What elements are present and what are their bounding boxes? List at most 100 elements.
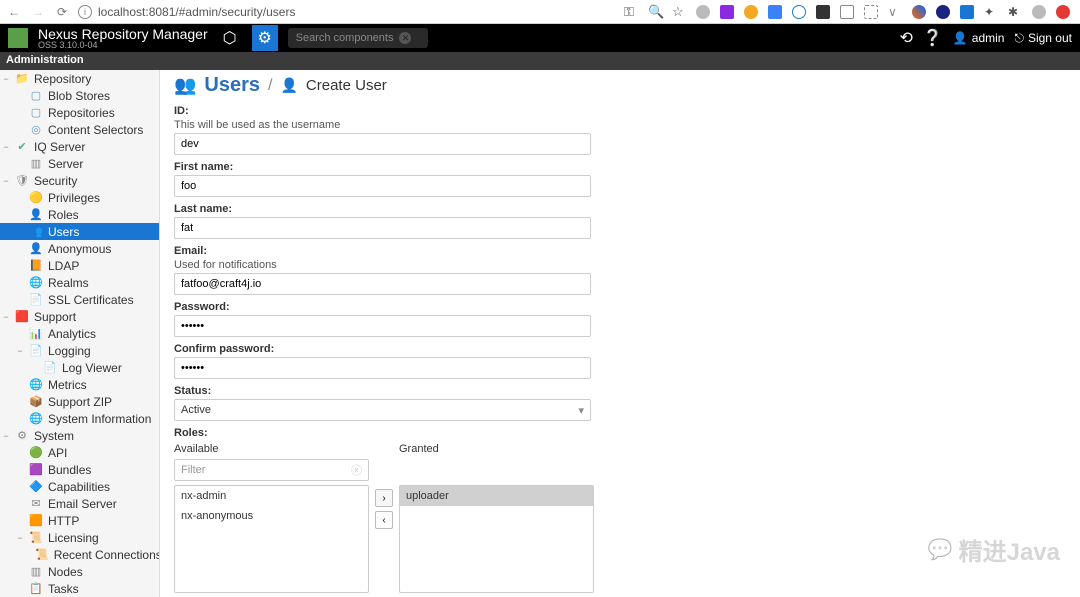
sidebar-item-system-information[interactable]: 🌐System Information	[0, 410, 159, 427]
sidebar-item-privileges[interactable]: 🟡Privileges	[0, 189, 159, 206]
status-select[interactable]: Active ▾	[174, 399, 591, 421]
ext-icon[interactable]	[696, 5, 710, 19]
user-menu[interactable]: 👤 admin	[953, 31, 1005, 45]
sidebar-item-tasks[interactable]: 📋Tasks	[0, 580, 159, 597]
admin-gear-icon[interactable]: ⚙	[252, 25, 278, 51]
chevron-down-icon: ▾	[578, 404, 584, 417]
sidebar-item-licensing[interactable]: −📜Licensing	[0, 529, 159, 546]
sidebar-item-label: Tasks	[48, 582, 79, 596]
ext-icon[interactable]	[864, 5, 878, 19]
expander-icon[interactable]: −	[2, 431, 10, 441]
tree-icon: 📙	[29, 259, 43, 273]
ext-icon[interactable]	[912, 5, 926, 19]
sidebar-item-api[interactable]: 🟢API	[0, 444, 159, 461]
clear-icon[interactable]: ✕	[399, 32, 411, 44]
sidebar-item-support-zip[interactable]: 📦Support ZIP	[0, 393, 159, 410]
sidebar-item-support[interactable]: −🟥Support	[0, 308, 159, 325]
back-icon[interactable]: ←	[6, 4, 22, 20]
list-item[interactable]: uploader	[400, 486, 593, 506]
sidebar-item-email-server[interactable]: ✉Email Server	[0, 495, 159, 512]
email-field[interactable]	[174, 273, 591, 295]
roles-label: Roles:	[174, 427, 1066, 439]
sidebar-item-anonymous[interactable]: 👤Anonymous	[0, 240, 159, 257]
tree-icon: 📦	[29, 395, 43, 409]
sidebar-item-repositories[interactable]: ▢Repositories	[0, 104, 159, 121]
ext-puzzle-icon[interactable]: ✱	[1008, 5, 1022, 19]
clear-filter-icon[interactable]: ⓧ	[351, 462, 362, 478]
available-list[interactable]: nx-adminnx-anonymous	[174, 485, 369, 593]
sidebar-item-content-selectors[interactable]: ◎Content Selectors	[0, 121, 159, 138]
ext-icon[interactable]	[816, 5, 830, 19]
sidebar-item-label: Metrics	[48, 378, 87, 392]
expander-icon[interactable]: −	[2, 142, 10, 152]
sidebar-item-metrics[interactable]: 🌐Metrics	[0, 376, 159, 393]
move-right-button[interactable]: ›	[375, 489, 393, 507]
key-icon[interactable]: ⚿	[624, 5, 638, 19]
refresh-icon[interactable]: ⟲	[899, 28, 912, 48]
firstname-field[interactable]	[174, 175, 591, 197]
signout-button[interactable]: ⎋ Sign out	[1014, 31, 1072, 46]
ext-icon[interactable]: ∨	[888, 5, 902, 19]
tree-icon: 🛡	[15, 174, 29, 188]
ext-icon[interactable]	[840, 5, 854, 19]
extension-icons: ⚿ 🔍 ☆ ∨ ✦ ✱	[624, 5, 1074, 19]
tree-icon: ▥	[29, 157, 43, 171]
sidebar-item-http[interactable]: 🟧HTTP	[0, 512, 159, 529]
lastname-field[interactable]	[174, 217, 591, 239]
search-glass-icon[interactable]: 🔍	[648, 5, 662, 19]
page-title[interactable]: Users	[204, 74, 260, 97]
ext-icon[interactable]	[936, 5, 950, 19]
password-field[interactable]	[174, 315, 591, 337]
confirm-password-field[interactable]	[174, 357, 591, 379]
expander-icon[interactable]: −	[2, 312, 10, 322]
sidebar-item-label: Blob Stores	[48, 89, 110, 103]
sidebar-item-log-viewer[interactable]: 📄Log Viewer	[0, 359, 159, 376]
sidebar-item-bundles[interactable]: 🟪Bundles	[0, 461, 159, 478]
move-left-button[interactable]: ‹	[375, 511, 393, 529]
search-input[interactable]: Search components ✕	[288, 28, 428, 48]
sidebar-item-security[interactable]: −🛡Security	[0, 172, 159, 189]
ext-icon[interactable]	[960, 5, 974, 19]
reload-icon[interactable]: ⟳	[54, 4, 70, 20]
list-item[interactable]: nx-anonymous	[175, 506, 368, 526]
sidebar-item-blob-stores[interactable]: ▢Blob Stores	[0, 87, 159, 104]
sidebar-item-iq-server[interactable]: −✔IQ Server	[0, 138, 159, 155]
sidebar-item-nodes[interactable]: ▥Nodes	[0, 563, 159, 580]
sidebar-item-users[interactable]: 👥Users	[0, 223, 159, 240]
url-bar[interactable]: i localhost:8081/#admin/security/users	[78, 5, 616, 19]
sidebar-item-server[interactable]: ▥Server	[0, 155, 159, 172]
forward-icon[interactable]: →	[30, 4, 46, 20]
sidebar-item-logging[interactable]: −📄Logging	[0, 342, 159, 359]
list-item[interactable]: nx-admin	[175, 486, 368, 506]
star-icon[interactable]: ☆	[672, 5, 686, 19]
filter-input[interactable]: Filter ⓧ	[174, 459, 369, 481]
sidebar-item-label: HTTP	[48, 514, 79, 528]
id-field[interactable]	[174, 133, 591, 155]
ext-icon[interactable]	[1032, 5, 1046, 19]
tree-icon: ⚙	[15, 429, 29, 443]
sidebar-item-roles[interactable]: 👤Roles	[0, 206, 159, 223]
email-hint: Used for notifications	[174, 259, 1066, 271]
ext-icon[interactable]	[744, 5, 758, 19]
sidebar-item-analytics[interactable]: 📊Analytics	[0, 325, 159, 342]
sidebar-item-ssl-certificates[interactable]: 📄SSL Certificates	[0, 291, 159, 308]
expander-icon[interactable]: −	[2, 176, 10, 186]
ext-icon[interactable]	[792, 5, 806, 19]
ext-icon[interactable]: ✦	[984, 5, 998, 19]
sidebar-item-ldap[interactable]: 📙LDAP	[0, 257, 159, 274]
browse-icon[interactable]: ⬡	[218, 26, 242, 50]
sidebar-item-capabilities[interactable]: 🔷Capabilities	[0, 478, 159, 495]
sidebar-item-system[interactable]: −⚙System	[0, 427, 159, 444]
expander-icon[interactable]: −	[16, 346, 24, 356]
ext-icon[interactable]	[720, 5, 734, 19]
sidebar-item-recent-connections[interactable]: 📜Recent Connections	[0, 546, 159, 563]
help-icon[interactable]: ❔	[923, 28, 943, 48]
expander-icon[interactable]: −	[2, 74, 10, 84]
ext-icon[interactable]	[768, 5, 782, 19]
ext-icon[interactable]	[1056, 5, 1070, 19]
granted-list[interactable]: uploader	[399, 485, 594, 593]
sidebar-item-realms[interactable]: 🌐Realms	[0, 274, 159, 291]
expander-icon[interactable]: −	[16, 533, 24, 543]
sidebar-item-repository[interactable]: −📁Repository	[0, 70, 159, 87]
site-info-icon[interactable]: i	[78, 5, 92, 19]
